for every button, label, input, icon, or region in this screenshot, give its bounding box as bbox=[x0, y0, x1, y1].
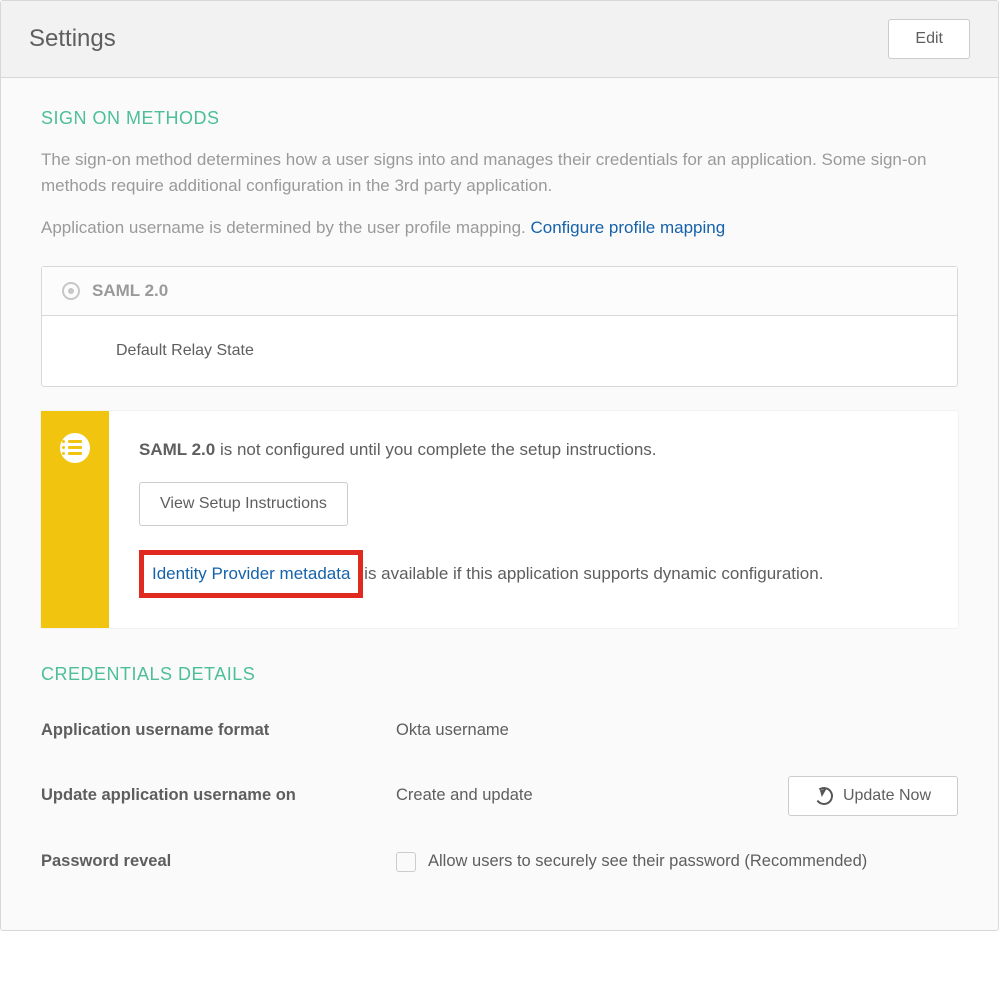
credentials-row-password-reveal: Password reveal Allow users to securely … bbox=[41, 834, 958, 890]
identity-provider-metadata-link[interactable]: Identity Provider metadata bbox=[139, 550, 363, 598]
credentials-row-username-format: Application username format Okta usernam… bbox=[41, 703, 958, 758]
password-reveal-label: Password reveal bbox=[41, 852, 396, 871]
protocol-name: SAML 2.0 bbox=[92, 281, 168, 301]
configure-profile-mapping-link[interactable]: Configure profile mapping bbox=[531, 218, 726, 237]
update-now-label: Update Now bbox=[843, 787, 931, 805]
password-reveal-checkbox-label: Allow users to securely see their passwo… bbox=[428, 852, 867, 871]
list-icon bbox=[60, 433, 90, 463]
saml-method-header[interactable]: SAML 2.0 bbox=[42, 267, 957, 316]
update-on-value-text: Create and update bbox=[396, 786, 533, 805]
edit-button[interactable]: Edit bbox=[888, 19, 970, 59]
view-setup-instructions-button[interactable]: View Setup Instructions bbox=[139, 482, 348, 526]
password-reveal-checkbox[interactable] bbox=[396, 852, 416, 872]
settings-panel: Settings Edit SIGN ON METHODS The sign-o… bbox=[0, 0, 999, 931]
radio-selected-icon bbox=[62, 282, 80, 300]
profile-mapping-prefix: Application username is determined by th… bbox=[41, 218, 531, 237]
update-on-value: Create and update Update Now bbox=[396, 776, 958, 816]
username-format-value: Okta username bbox=[396, 721, 958, 740]
saml-method-body: Default Relay State bbox=[42, 316, 957, 386]
sign-on-description: The sign-on method determines how a user… bbox=[41, 147, 958, 200]
credentials-row-update-on: Update application username on Create an… bbox=[41, 758, 958, 834]
saml-method-card: SAML 2.0 Default Relay State bbox=[41, 266, 958, 387]
profile-mapping-line: Application username is determined by th… bbox=[41, 218, 958, 238]
credentials-heading: CREDENTIALS DETAILS bbox=[41, 664, 958, 685]
alert-protocol-tail: is not configured until you complete the… bbox=[215, 440, 656, 459]
update-now-button[interactable]: Update Now bbox=[788, 776, 958, 816]
default-relay-state-label: Default Relay State bbox=[116, 342, 254, 359]
refresh-icon bbox=[814, 785, 835, 806]
credentials-section: CREDENTIALS DETAILS Application username… bbox=[41, 664, 958, 890]
username-format-label: Application username format bbox=[41, 721, 396, 740]
alert-protocol-bold: SAML 2.0 bbox=[139, 440, 215, 459]
panel-title: Settings bbox=[29, 25, 116, 53]
idp-metadata-line: Identity Provider metadata is available … bbox=[139, 550, 928, 598]
alert-content: SAML 2.0 is not configured until you com… bbox=[109, 411, 958, 628]
idp-metadata-tail: is available if this application support… bbox=[359, 564, 823, 583]
alert-accent-bar bbox=[41, 411, 109, 628]
panel-header: Settings Edit bbox=[1, 1, 998, 78]
setup-alert: SAML 2.0 is not configured until you com… bbox=[41, 411, 958, 628]
alert-message: SAML 2.0 is not configured until you com… bbox=[139, 437, 928, 463]
sign-on-methods-heading: SIGN ON METHODS bbox=[41, 108, 958, 129]
password-reveal-value: Allow users to securely see their passwo… bbox=[396, 852, 958, 872]
panel-body: SIGN ON METHODS The sign-on method deter… bbox=[1, 78, 998, 930]
update-on-label: Update application username on bbox=[41, 786, 396, 805]
